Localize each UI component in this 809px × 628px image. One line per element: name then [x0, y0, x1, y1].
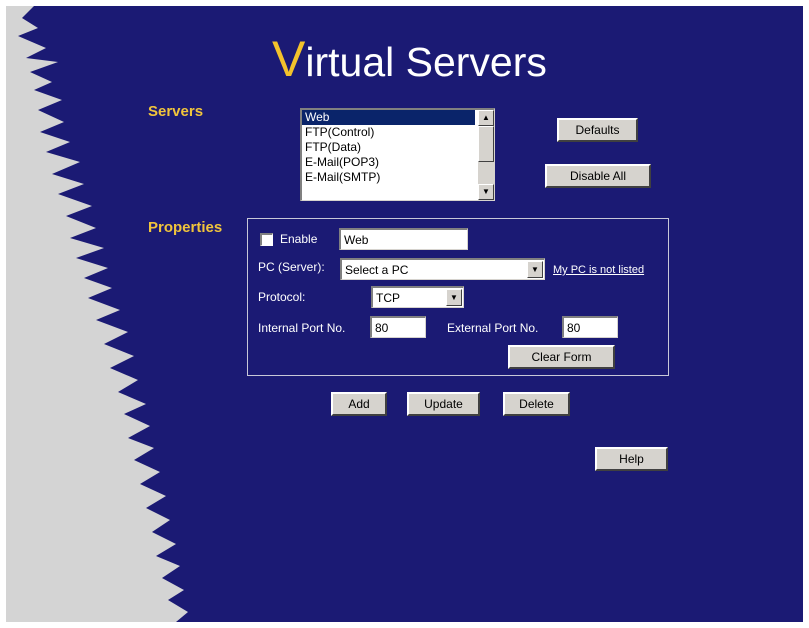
pc-server-select-value: Select a PC — [345, 263, 409, 277]
listbox-scrollbar[interactable]: ▲ ▼ — [478, 110, 494, 200]
internal-port-input[interactable]: 80 — [370, 316, 426, 338]
server-list-item[interactable]: FTP(Control) — [302, 125, 475, 140]
scroll-thumb[interactable] — [478, 126, 494, 162]
delete-button[interactable]: Delete — [503, 392, 570, 416]
chevron-down-icon[interactable]: ▼ — [446, 289, 462, 306]
protocol-select-value: TCP — [376, 291, 400, 305]
pc-server-select[interactable]: Select a PC ▼ — [340, 258, 545, 280]
chevron-down-icon[interactable]: ▼ — [527, 261, 543, 278]
server-name-input[interactable]: Web — [339, 228, 468, 250]
page-title-rest: irtual Servers — [305, 39, 547, 85]
add-button[interactable]: Add — [331, 392, 387, 416]
server-list-item[interactable]: E-Mail(SMTP) — [302, 170, 475, 185]
servers-heading: Servers — [148, 103, 204, 120]
protocol-select[interactable]: TCP ▼ — [371, 286, 464, 308]
scroll-up-icon[interactable]: ▲ — [478, 110, 494, 126]
external-port-input[interactable]: 80 — [562, 316, 618, 338]
properties-heading: Properties — [148, 219, 223, 236]
defaults-button[interactable]: Defaults — [557, 118, 638, 142]
servers-listbox[interactable]: Web FTP(Control) FTP(Data) E-Mail(POP3) … — [300, 108, 495, 201]
update-button[interactable]: Update — [407, 392, 480, 416]
external-port-label: External Port No. — [447, 321, 539, 335]
clear-form-button[interactable]: Clear Form — [508, 345, 615, 369]
enable-label: Enable — [280, 232, 318, 246]
page-title: Virtual Servers — [272, 30, 547, 88]
internal-port-label: Internal Port No. — [258, 321, 346, 335]
enable-checkbox[interactable] — [260, 233, 273, 246]
server-list-item[interactable]: FTP(Data) — [302, 140, 475, 155]
pc-server-label: PC (Server): — [258, 260, 325, 274]
disable-all-button[interactable]: Disable All — [545, 164, 651, 188]
my-pc-not-listed-link[interactable]: My PC is not listed — [553, 264, 644, 276]
scroll-down-icon[interactable]: ▼ — [478, 184, 494, 200]
protocol-label: Protocol: — [258, 290, 306, 304]
help-button[interactable]: Help — [595, 447, 668, 471]
server-list-item[interactable]: Web — [302, 110, 475, 125]
server-list-item[interactable]: E-Mail(POP3) — [302, 155, 475, 170]
page-title-initial: V — [272, 31, 306, 87]
